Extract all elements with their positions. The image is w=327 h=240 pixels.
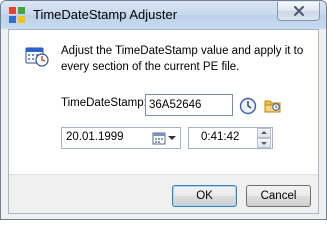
ok-button[interactable]: OK — [172, 185, 237, 207]
title-bar[interactable]: TimeDateStamp Adjuster — [1, 1, 326, 29]
spin-down-button[interactable] — [257, 138, 271, 148]
button-bar: OK Cancel — [9, 174, 318, 213]
time-value: 0:41:42 — [201, 131, 240, 143]
dialog-content: Adjust the TimeDateStamp value and apply… — [8, 29, 319, 214]
close-icon — [294, 6, 304, 16]
timedatestamp-label: TimeDateStamp: — [61, 97, 147, 109]
close-button[interactable] — [277, 2, 320, 21]
calendar-icon[interactable] — [152, 131, 166, 145]
dialog-window: TimeDateStamp Adjuster Adjust the TimeDa… — [0, 0, 327, 220]
timedatestamp-input[interactable] — [145, 94, 233, 116]
date-value: 20.01.1999 — [66, 131, 124, 143]
description-text: Adjust the TimeDateStamp value and apply… — [61, 45, 304, 73]
date-picker[interactable]: 20.01.1999 — [61, 127, 181, 149]
cancel-button[interactable]: Cancel — [246, 185, 311, 207]
window-title: TimeDateStamp Adjuster — [33, 7, 178, 22]
chevron-down-icon[interactable] — [168, 136, 176, 140]
spin-up-button[interactable] — [257, 128, 271, 138]
time-picker[interactable]: 0:41:42 — [188, 127, 273, 149]
app-icon — [8, 6, 26, 24]
clock-icon[interactable] — [238, 96, 258, 116]
calendar-clock-icon — [25, 44, 49, 68]
folder-icon[interactable] — [263, 96, 283, 116]
